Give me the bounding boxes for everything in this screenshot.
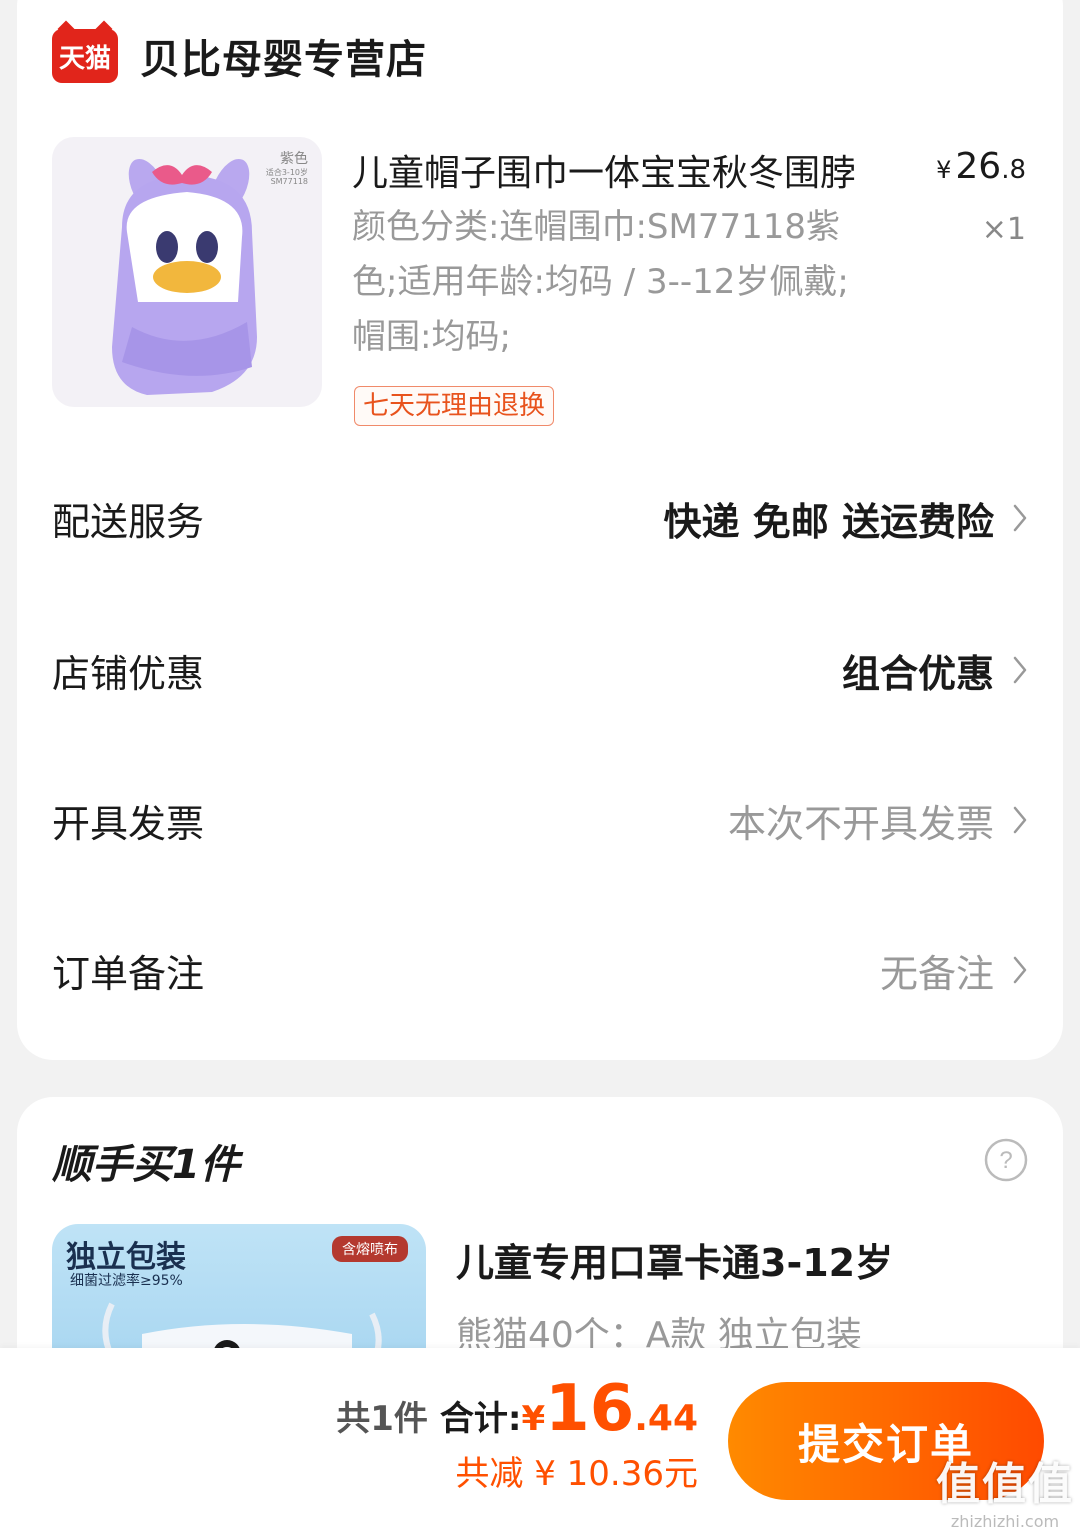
watermark: 值值值 zhizhizhi.com bbox=[936, 1448, 1074, 1531]
watermark-logo: 值值值 bbox=[936, 1459, 1074, 1510]
row-store-discount[interactable]: 店铺优惠 组合优惠 bbox=[52, 640, 1028, 700]
price-symbol: ¥ bbox=[936, 156, 952, 184]
image-tag: 紫色 适合3-10岁 SM77118 bbox=[266, 151, 308, 187]
image-tag-age: 适合3-10岁 bbox=[265, 167, 308, 177]
total-dec: .44 bbox=[634, 1398, 698, 1439]
discount-value: 组合优惠 bbox=[841, 651, 994, 696]
product-quantity: ×1 bbox=[981, 212, 1026, 247]
product-price: ¥26.8 bbox=[936, 146, 1026, 187]
row-delivery[interactable]: 配送服务 快递 免邮 送运费险 bbox=[52, 488, 1028, 548]
invoice-label: 开具发票 bbox=[52, 801, 205, 846]
chevron-right-icon bbox=[994, 498, 1028, 538]
image-tag-sku: SM77118 bbox=[270, 177, 308, 187]
note-value: 无备注 bbox=[879, 951, 994, 996]
addon-image-badge: 含熔喷布 bbox=[332, 1236, 408, 1262]
price-int: 26 bbox=[955, 146, 1002, 187]
addon-image-subline: 细菌过滤率≥95% bbox=[70, 1273, 183, 1289]
note-label: 订单备注 bbox=[52, 951, 205, 996]
total-int: 16 bbox=[545, 1372, 635, 1446]
order-total: 共1件 合计: ¥ 16 .44 bbox=[336, 1372, 698, 1446]
chevron-right-icon bbox=[994, 800, 1028, 840]
addon-product-name[interactable]: 儿童专用口罩卡通3-12岁 bbox=[456, 1232, 893, 1287]
product-specs: 颜色分类:连帽围巾:SM77118紫色;适用年龄:均码 / 3--12岁佩戴;帽… bbox=[352, 207, 849, 357]
product-image[interactable]: 紫色 适合3-10岁 SM77118 bbox=[52, 137, 322, 407]
total-saving: 共减 ¥ 10.36元 bbox=[455, 1454, 698, 1494]
chevron-right-icon bbox=[994, 950, 1028, 990]
return-policy-badge: 七天无理由退换 bbox=[354, 386, 555, 426]
chevron-right-icon bbox=[994, 650, 1028, 690]
watermark-url: zhizhizhi.com bbox=[950, 1512, 1060, 1531]
item-count: 共1件 bbox=[336, 1399, 428, 1439]
svg-text:?: ? bbox=[999, 1147, 1012, 1174]
tmall-logo: 天猫 bbox=[52, 29, 118, 83]
discount-label: 店铺优惠 bbox=[52, 651, 205, 696]
image-tag-color: 紫色 bbox=[280, 151, 308, 167]
row-invoice[interactable]: 开具发票 本次不开具发票 bbox=[52, 790, 1028, 850]
shop-header[interactable]: 天猫 贝比母婴专营店 bbox=[52, 28, 427, 84]
price-dec: .8 bbox=[1001, 155, 1026, 185]
addon-title: 顺手买1件 bbox=[52, 1142, 240, 1188]
row-order-note[interactable]: 订单备注 无备注 bbox=[52, 940, 1028, 1000]
delivery-label: 配送服务 bbox=[52, 499, 205, 544]
delivery-value: 快递 免邮 送运费险 bbox=[663, 499, 994, 544]
shop-name: 贝比母婴专营店 bbox=[140, 37, 427, 83]
total-symbol: ¥ bbox=[521, 1399, 546, 1439]
help-icon[interactable]: ? bbox=[983, 1137, 1029, 1183]
product-title[interactable]: 儿童帽子围巾一体宝宝秋冬围脖 bbox=[352, 144, 856, 196]
total-label: 合计: bbox=[439, 1399, 522, 1439]
invoice-value: 本次不开具发票 bbox=[727, 801, 994, 846]
